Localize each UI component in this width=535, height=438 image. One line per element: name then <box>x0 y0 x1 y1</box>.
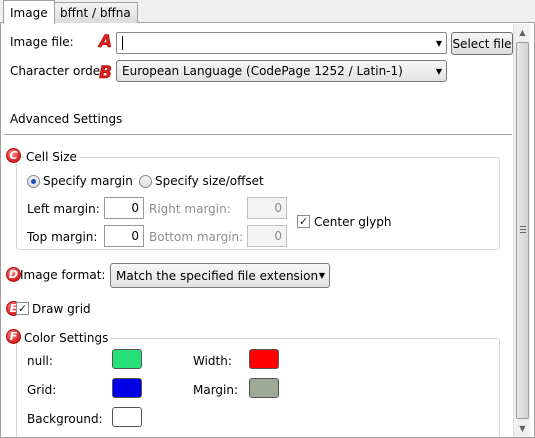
radio-specify-margin[interactable] <box>27 175 40 188</box>
bottom-margin-value: 0 <box>274 229 282 243</box>
radio-specify-margin-label[interactable]: Specify margin <box>43 173 133 189</box>
annotation-a: A <box>99 32 113 52</box>
right-margin-label: Right margin: <box>149 202 231 216</box>
grip-line <box>520 226 526 227</box>
top-margin-input[interactable]: 0 <box>104 225 144 247</box>
center-glyph-label[interactable]: Center glyph <box>314 214 391 230</box>
checkmark-icon: ✓ <box>298 215 309 228</box>
tab-image-label: Image <box>10 6 48 20</box>
select-file-button-label: Select file <box>452 36 512 51</box>
annotation-f: F <box>6 329 21 344</box>
select-file-button[interactable]: Select file <box>451 32 513 55</box>
grip-line <box>520 229 526 230</box>
null-color-swatch[interactable] <box>112 349 142 369</box>
section-divider <box>4 134 512 135</box>
image-file-label: Image file: <box>10 35 74 49</box>
center-glyph-checkbox[interactable]: ✓ <box>297 215 310 228</box>
image-format-selected: Match the specified file extension <box>116 268 319 283</box>
text-cursor <box>122 36 123 50</box>
checkmark-icon: ✓ <box>17 302 28 315</box>
radio-specify-size-label[interactable]: Specify size/offset <box>155 173 264 189</box>
left-margin-label: Left margin: <box>27 202 100 216</box>
image-format-dropdown[interactable]: Match the specified file extension ▼ <box>110 263 330 288</box>
vertical-scrollbar[interactable]: ▲ ▼ <box>513 24 530 437</box>
grid-color-swatch[interactable] <box>112 378 142 398</box>
scroll-down-icon[interactable]: ▼ <box>514 420 531 437</box>
character-order-label: Character order: <box>10 64 106 78</box>
bottom-margin-input[interactable]: 0 <box>247 225 287 247</box>
cell-size-title: Cell Size <box>24 149 79 165</box>
character-order-selected: European Language (CodePage 1252 / Latin… <box>122 64 403 78</box>
top-margin-label: Top margin: <box>27 230 98 244</box>
bottom-margin-label: Bottom margin: <box>149 230 244 244</box>
right-margin-value: 0 <box>274 201 282 215</box>
chevron-down-icon: ▼ <box>435 66 442 76</box>
grid-color-label: Grid: <box>27 383 57 397</box>
chevron-down-icon: ▼ <box>318 271 325 280</box>
image-format-label: Image format: <box>20 268 106 282</box>
tab-image[interactable]: Image <box>3 0 55 24</box>
scroll-up-icon[interactable]: ▲ <box>514 24 531 41</box>
image-file-combo[interactable]: ▼ <box>116 32 447 54</box>
background-color-label: Background: <box>27 412 103 426</box>
top-margin-value: 0 <box>131 229 139 243</box>
color-settings-title: Color Settings <box>22 330 111 346</box>
width-color-label: Width: <box>193 354 232 368</box>
radio-specify-size[interactable] <box>139 175 152 188</box>
annotation-b: B <box>99 63 113 83</box>
tab-bffnt-label: bffnt / bffna <box>60 6 131 20</box>
left-margin-value: 0 <box>131 201 139 215</box>
background-color-swatch[interactable] <box>112 407 142 427</box>
chevron-down-icon[interactable]: ▼ <box>436 33 442 53</box>
margin-color-swatch[interactable] <box>249 378 279 398</box>
right-margin-input[interactable]: 0 <box>247 197 287 219</box>
margin-color-label: Margin: <box>193 383 239 397</box>
scrollbar-thumb[interactable] <box>516 42 529 419</box>
null-color-label: null: <box>27 354 53 368</box>
draw-grid-checkbox[interactable]: ✓ <box>16 302 29 315</box>
tab-bffnt[interactable]: bffnt / bffna <box>53 2 138 23</box>
annotation-d: D <box>6 267 21 282</box>
draw-grid-label[interactable]: Draw grid <box>32 301 91 317</box>
advanced-settings-heading: Advanced Settings <box>10 112 123 126</box>
left-margin-input[interactable]: 0 <box>104 197 144 219</box>
annotation-c: C <box>6 148 21 163</box>
width-color-swatch[interactable] <box>249 349 279 369</box>
grip-line <box>520 232 526 233</box>
character-order-dropdown[interactable]: European Language (CodePage 1252 / Latin… <box>116 60 447 82</box>
